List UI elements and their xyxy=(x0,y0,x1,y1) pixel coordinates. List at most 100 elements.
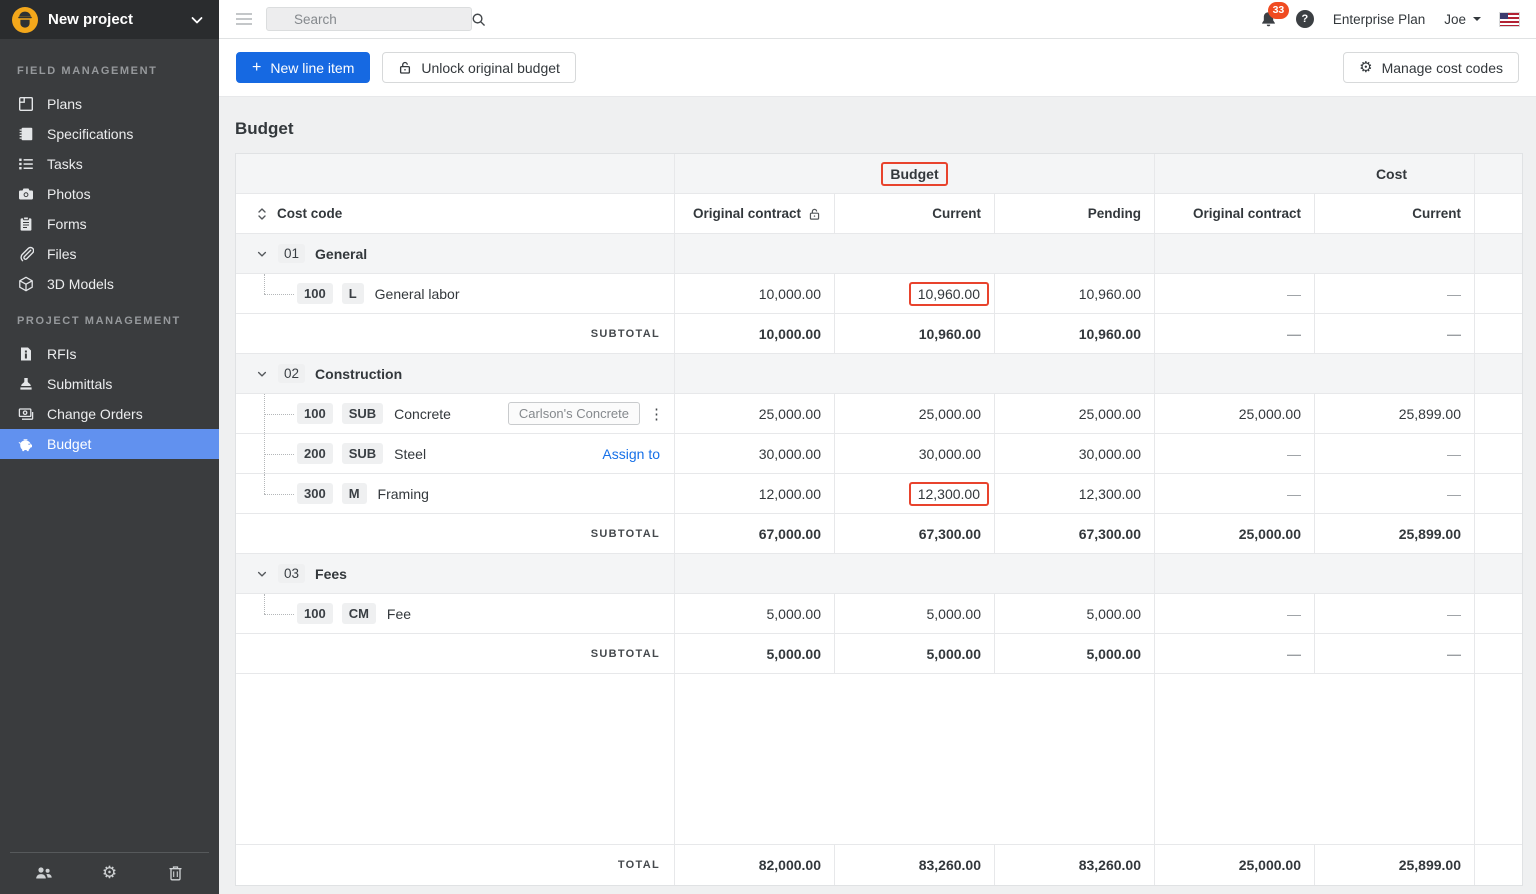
tree-connector xyxy=(264,434,297,473)
app-window: New project FIELD MANAGEMENT Plans Speci… xyxy=(0,0,1536,894)
trash-icon[interactable] xyxy=(155,865,195,881)
cell-cost-current[interactable]: — xyxy=(1315,274,1475,313)
sidebar-item-label: Submittals xyxy=(47,376,113,392)
cell-budget-pending[interactable]: 12,300.00 xyxy=(995,474,1155,513)
cell-budget-current-highlighted[interactable]: 12,300.00 xyxy=(835,474,995,513)
cost-type-badge: CM xyxy=(341,603,376,624)
sidebar-item-submittals[interactable]: Submittals xyxy=(0,369,219,399)
cost-code-badge: 200 xyxy=(297,443,333,464)
cell-cost-current[interactable]: — xyxy=(1315,594,1475,633)
cell-cost-original[interactable]: 25,000.00 xyxy=(1155,394,1315,433)
cell-budget-current[interactable]: 25,000.00 xyxy=(835,394,995,433)
table-column-header-row: Cost code Original contract Current Pend… xyxy=(236,194,1522,234)
sidebar-item-label: Forms xyxy=(47,216,87,232)
column-lock-icon[interactable] xyxy=(808,207,821,221)
group-row-general: 01 General xyxy=(236,234,1522,274)
sidebar-item-specifications[interactable]: Specifications xyxy=(0,119,219,149)
search-input[interactable] xyxy=(275,11,471,27)
cell-budget-current-highlighted[interactable]: 10,960.00 xyxy=(835,274,995,313)
sidebar-item-label: Photos xyxy=(47,186,91,202)
notifications-button[interactable]: 33 xyxy=(1260,1,1289,28)
budget-page: Budget Budget Cost Cost code Original co… xyxy=(219,97,1536,894)
cell-cost-original[interactable]: — xyxy=(1155,274,1315,313)
column-header-budget-original-contract: Original contract xyxy=(675,194,835,233)
cell-budget-pending[interactable]: 10,960.00 xyxy=(995,274,1155,313)
sidebar-item-label: Plans xyxy=(47,96,83,112)
settings-gear-icon[interactable]: ⚙ xyxy=(90,864,130,881)
piggy-bank-icon xyxy=(17,436,34,453)
stamp-icon xyxy=(17,376,34,393)
people-icon[interactable] xyxy=(24,865,64,881)
tree-connector xyxy=(264,394,297,433)
budget-table: Budget Cost Cost code Original contract xyxy=(235,153,1523,886)
collapse-chevron-icon[interactable] xyxy=(256,368,268,380)
cell-budget-pending[interactable]: 30,000.00 xyxy=(995,434,1155,473)
vendor-chip[interactable]: Carlson's Concrete xyxy=(507,402,640,425)
cell-budget-original[interactable]: 12,000.00 xyxy=(675,474,835,513)
us-flag-icon[interactable] xyxy=(1500,12,1519,26)
cell-cost-original[interactable]: — xyxy=(1155,434,1315,473)
cell-cost-current[interactable]: — xyxy=(1315,474,1475,513)
cell-budget-pending[interactable]: 5,000.00 xyxy=(995,594,1155,633)
fieldwire-logo-icon xyxy=(12,6,38,33)
sidebar-item-label: Specifications xyxy=(47,126,134,142)
user-menu[interactable]: Joe xyxy=(1444,12,1481,27)
sidebar-item-photos[interactable]: Photos xyxy=(0,179,219,209)
cell-budget-original[interactable]: 5,000.00 xyxy=(675,594,835,633)
line-item-row-concrete: 100 SUB Concrete Carlson's Concrete 25,0… xyxy=(236,394,1522,434)
line-item-name: Fee xyxy=(386,605,412,622)
table-group-header-row: Budget Cost xyxy=(236,154,1522,194)
line-item-row-steel: 200 SUB Steel Assign to 30,000.00 30,000… xyxy=(236,434,1522,474)
collapse-chevron-icon[interactable] xyxy=(256,248,268,260)
sidebar-item-3d-models[interactable]: 3D Models xyxy=(0,269,219,299)
group-code-badge: 03 xyxy=(278,564,306,583)
cost-type-badge: L xyxy=(341,283,364,304)
cell-budget-pending[interactable]: 25,000.00 xyxy=(995,394,1155,433)
new-line-item-button[interactable]: + New line item xyxy=(236,52,371,83)
assign-to-link[interactable]: Assign to xyxy=(602,446,660,462)
main-area: 33 ? Enterprise Plan Joe + New line item… xyxy=(219,0,1536,894)
cell-cost-original[interactable]: — xyxy=(1155,474,1315,513)
search-box[interactable] xyxy=(266,7,485,31)
cell-budget-current[interactable]: 5,000.00 xyxy=(835,594,995,633)
page-title: Budget xyxy=(235,119,294,138)
banknote-icon xyxy=(17,406,34,423)
unlock-original-budget-button[interactable]: Unlock original budget xyxy=(382,52,576,83)
group-header-budget: Budget xyxy=(675,154,1155,193)
kebab-menu-icon[interactable] xyxy=(649,405,659,423)
project-switcher[interactable]: New project xyxy=(0,0,219,39)
manage-cost-codes-button[interactable]: ⚙ Manage cost codes xyxy=(1343,52,1519,83)
cost-code-badge: 100 xyxy=(297,283,333,304)
cell-budget-current[interactable]: 30,000.00 xyxy=(835,434,995,473)
sidebar-item-files[interactable]: Files xyxy=(0,239,219,269)
line-item-row-general-labor: 100 L General labor 10,000.00 10,960.00 … xyxy=(236,274,1522,314)
cell-cost-current[interactable]: 25,899.00 xyxy=(1315,394,1475,433)
sidebar-item-label: Change Orders xyxy=(47,406,143,422)
hamburger-menu-icon[interactable] xyxy=(236,13,252,25)
search-icon xyxy=(471,12,486,27)
sidebar-item-budget[interactable]: Budget xyxy=(0,429,219,459)
line-item-row-framing: 300 M Framing 12,000.00 12,300.00 12,300… xyxy=(236,474,1522,514)
sort-icon[interactable] xyxy=(256,207,268,221)
tasks-icon xyxy=(17,156,34,173)
collapse-chevron-icon[interactable] xyxy=(256,568,268,580)
cell-cost-current[interactable]: — xyxy=(1315,434,1475,473)
line-item-name: Framing xyxy=(377,485,429,502)
cost-type-badge: M xyxy=(341,483,367,504)
cell-cost-original[interactable]: — xyxy=(1155,594,1315,633)
group-header-cost: Cost xyxy=(1155,154,1475,193)
cell-budget-original[interactable]: 10,000.00 xyxy=(675,274,835,313)
forms-icon xyxy=(17,216,34,233)
group-code-badge: 01 xyxy=(278,244,306,263)
cell-budget-original[interactable]: 30,000.00 xyxy=(675,434,835,473)
sidebar-item-forms[interactable]: Forms xyxy=(0,209,219,239)
help-button[interactable]: ? xyxy=(1295,10,1314,28)
sidebar-item-tasks[interactable]: Tasks xyxy=(0,149,219,179)
sidebar-item-rfis[interactable]: RFIs xyxy=(0,339,219,369)
topbar: 33 ? Enterprise Plan Joe xyxy=(219,0,1536,39)
cost-type-badge: SUB xyxy=(341,443,384,464)
sidebar-item-change-orders[interactable]: Change Orders xyxy=(0,399,219,429)
cell-budget-original[interactable]: 25,000.00 xyxy=(675,394,835,433)
user-name: Joe xyxy=(1444,11,1466,27)
sidebar-item-plans[interactable]: Plans xyxy=(0,89,219,119)
